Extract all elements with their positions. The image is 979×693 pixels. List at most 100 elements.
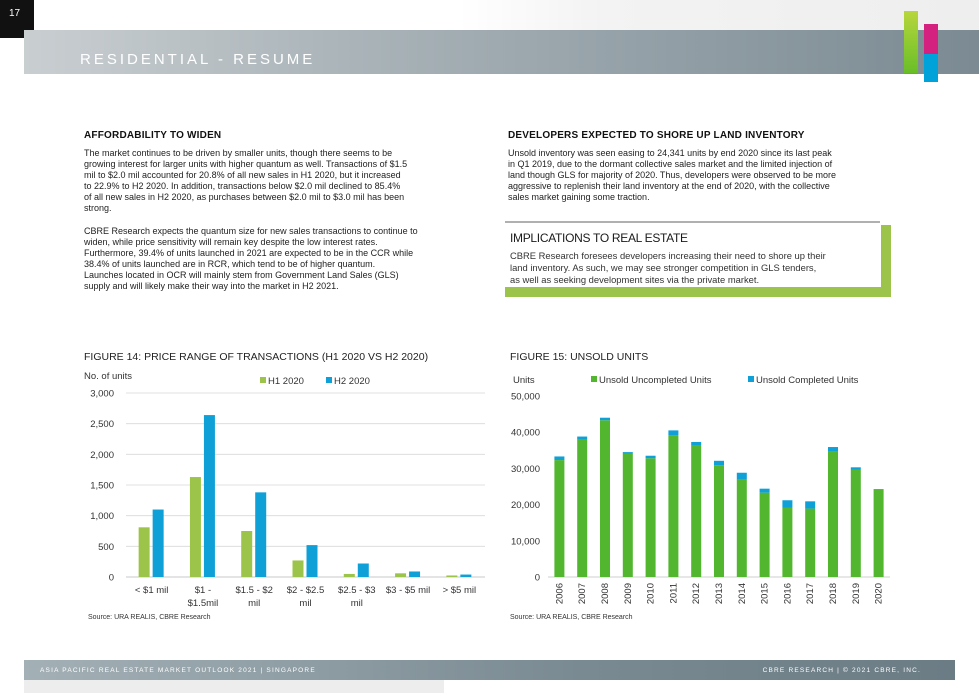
x-tick-label: mil <box>351 598 363 609</box>
x-tick-label: < $1 mil <box>135 585 169 596</box>
bar-segment <box>873 489 884 577</box>
x-tick-label: $3 - $5 mil <box>386 585 430 596</box>
text-line: as well as seeking development sites via… <box>510 274 760 285</box>
figure-14-title: FIGURE 14: PRICE RANGE OF TRANSACTIONS (… <box>84 351 429 363</box>
x-tick-label: 2010 <box>646 583 657 604</box>
bar-segment <box>714 460 724 466</box>
bar-segment <box>850 467 861 470</box>
bar-segment <box>736 479 747 577</box>
footer-left: ASIA PACIFIC REAL ESTATE MARKET OUTLOOK … <box>40 667 316 674</box>
bar-segment <box>759 488 770 493</box>
bar-segment <box>691 445 702 577</box>
brand-bar-green <box>904 11 918 73</box>
bar-segment <box>828 451 838 577</box>
bar-segment <box>577 439 588 577</box>
text-line: sales market gaining some traction. <box>508 192 650 202</box>
x-tick-label: mil <box>248 598 260 609</box>
y-tick-label: 1,500 <box>90 481 114 492</box>
bar-segment <box>600 420 610 577</box>
text-line: in Q1 2019, due to the dormant collectiv… <box>508 159 833 169</box>
bar <box>241 531 253 577</box>
text-line: 38.4% of units launched are in RCR, whic… <box>84 259 376 269</box>
y-tick-label: 2,500 <box>90 419 114 430</box>
bar <box>292 560 304 577</box>
x-tick-label: $1.5mil <box>188 598 219 609</box>
bar <box>255 492 267 577</box>
x-tick-label: $1 - <box>195 585 211 596</box>
bar <box>138 527 150 577</box>
legend-label: H1 2020 <box>268 376 304 387</box>
legend-label: Unsold Uncompleted Units <box>599 375 712 386</box>
y-tick-label: 0 <box>535 573 540 584</box>
bar-segment <box>805 501 816 509</box>
x-tick-label: 2006 <box>554 583 565 604</box>
text-line: Unsold inventory was seen easing to 24,3… <box>508 148 832 158</box>
implications-box: IMPLICATIONS TO REAL ESTATE CBRE Researc… <box>505 221 891 297</box>
bar <box>189 477 201 577</box>
x-tick-label: 2007 <box>577 583 588 604</box>
bar-segment <box>691 441 702 446</box>
brand-bar-pink <box>924 24 938 54</box>
footer-right: CBRE RESEARCH | © 2021 CBRE, INC. <box>762 667 921 674</box>
text-line: aggressive to replenish their land inven… <box>508 181 830 191</box>
y-tick-label: 3,000 <box>90 389 114 400</box>
x-tick-label: 2014 <box>737 583 748 604</box>
bar-segment <box>622 452 633 454</box>
x-tick-label: 2008 <box>600 583 611 604</box>
x-tick-label: 2012 <box>691 583 702 604</box>
text-line: mil to $2.0 mil accounted for 20.8% of a… <box>84 170 401 180</box>
y-tick-label: 500 <box>98 542 114 553</box>
x-tick-label: 2017 <box>805 583 816 604</box>
implications-title: IMPLICATIONS TO REAL ESTATE <box>510 231 688 245</box>
left-heading: AFFORDABILITY TO WIDEN <box>84 130 222 141</box>
x-tick-label: $2.5 - $3 <box>338 585 376 596</box>
page-title: RESIDENTIAL - RESUME <box>80 51 316 68</box>
left-paragraph-1: The market continues to be driven by sma… <box>84 148 484 214</box>
y-tick-label: 40,000 <box>511 428 540 439</box>
bar-segment <box>600 417 610 421</box>
brand-bar-blue <box>924 54 938 82</box>
y-tick-label: 1,000 <box>90 511 114 522</box>
bar-segment <box>622 453 633 577</box>
x-tick-label: 2018 <box>828 583 839 604</box>
left-paragraph-2: CBRE Research expects the quantum size f… <box>84 226 484 292</box>
y-axis-label: Units <box>513 375 535 386</box>
bar-segment <box>577 436 588 440</box>
legend-swatch <box>260 377 266 383</box>
figure-15-title: FIGURE 15: UNSOLD UNITS <box>510 351 649 363</box>
right-heading: DEVELOPERS EXPECTED TO SHORE UP LAND INV… <box>508 130 805 141</box>
bar-segment <box>645 455 656 459</box>
bar <box>357 563 369 577</box>
text-line: Launches located in OCR will mainly stem… <box>84 270 399 280</box>
text-line: land though GLS for majority of 2020. Th… <box>508 170 837 180</box>
text-line: CBRE Research expects the quantum size f… <box>84 226 418 236</box>
text-line: to 22.9% to H2 2020. In addition, transa… <box>84 181 401 191</box>
bar-segment <box>736 472 747 480</box>
figure-15-source: Source: URA REALIS, CBRE Research <box>510 614 633 621</box>
bar-segment <box>782 507 793 577</box>
bar <box>152 509 164 577</box>
figure-15-chart: Units 0 10,000 20,000 30,000 40,000 50,000 2006… <box>511 375 890 604</box>
y-tick-label: 2,000 <box>90 450 114 461</box>
bar-segment <box>645 458 656 577</box>
implications-text: CBRE Research foresees developers increa… <box>510 250 878 286</box>
bar-segment <box>759 492 770 577</box>
bar-segment <box>805 508 816 577</box>
x-tick-label: 2020 <box>874 583 885 604</box>
y-tick-label: 10,000 <box>511 536 540 547</box>
bar <box>460 574 472 577</box>
y-tick-label: 20,000 <box>511 500 540 511</box>
figure-14-chart: No. of units 0 500 1,000 1,500 2,000 2,500 3,00… <box>84 371 485 609</box>
right-paragraph: Unsold inventory was seen easing to 24,3… <box>508 148 908 203</box>
x-tick-label: $2 - $2.5 <box>287 585 325 596</box>
bar <box>203 415 215 577</box>
text-line: land inventory. As such, we may see stro… <box>510 262 817 273</box>
legend-label: Unsold Completed Units <box>756 375 859 386</box>
bar-segment <box>828 447 838 452</box>
bottom-strip <box>24 680 444 693</box>
text-line: widen, while price sensitivity will rema… <box>84 237 378 247</box>
x-tick-label: 2019 <box>851 583 862 604</box>
x-tick-label: > $5 mil <box>443 585 477 596</box>
y-tick-label: 30,000 <box>511 464 540 475</box>
x-tick-label: $1.5 - $2 <box>235 585 273 596</box>
